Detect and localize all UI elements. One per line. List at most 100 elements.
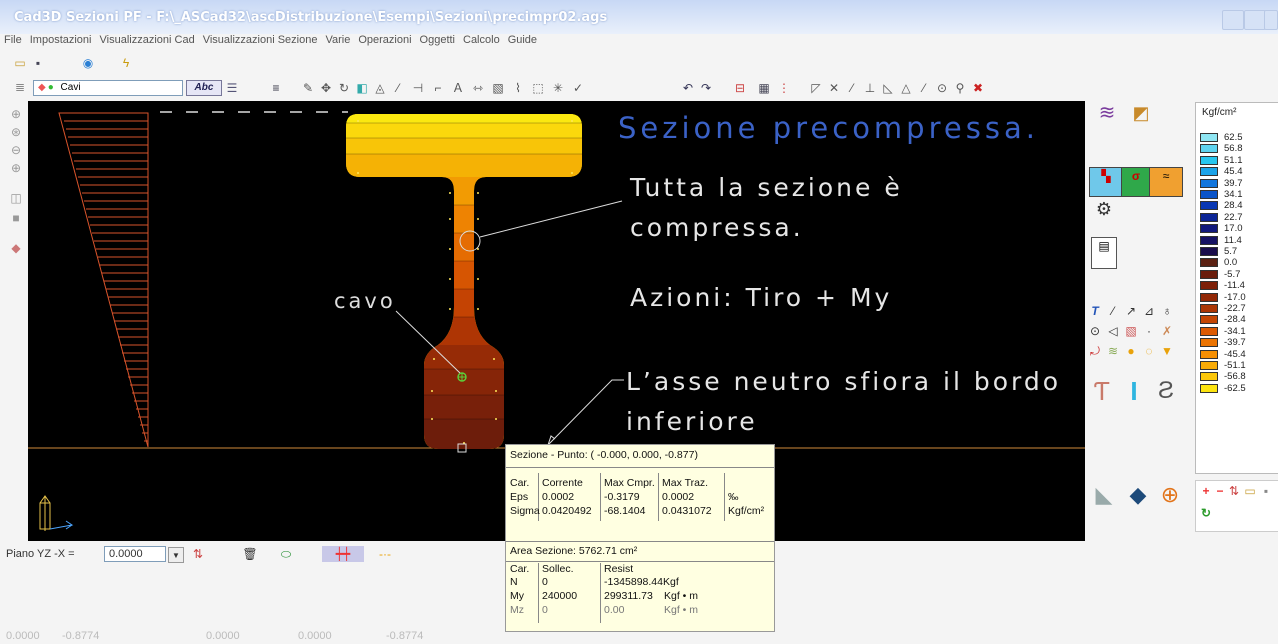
extend-icon[interactable]: ⊣ <box>410 80 426 96</box>
snap-center-icon[interactable]: ⊙ <box>934 80 950 96</box>
menu-calcolo[interactable]: Calcolo <box>463 34 500 46</box>
delete-icon[interactable]: 🗑 <box>242 546 258 562</box>
axis-dashed-icon[interactable]: -·- <box>370 546 400 562</box>
ring-tool-icon[interactable]: ◌ <box>1141 343 1157 359</box>
snap-node-icon[interactable]: ⚲ <box>952 80 968 96</box>
menu-visualizzazioni-cad[interactable]: Visualizzazioni Cad <box>100 34 195 46</box>
t-section-shape-icon[interactable]: Ƭ <box>1087 378 1117 413</box>
open-file-icon[interactable]: ▭ <box>1242 483 1258 499</box>
axis-mode-icon[interactable]: ┿┿ <box>322 546 364 562</box>
popup-cell-my: 240000 <box>542 590 578 602</box>
shield-tool-icon[interactable]: ▼ <box>1159 343 1175 359</box>
node-tool-icon[interactable]: ♁ <box>1159 303 1175 319</box>
text-style-button[interactable]: Abc <box>186 80 222 96</box>
snap-intersection-icon[interactable]: ✕ <box>826 80 842 96</box>
section-layers-icon[interactable]: ≋ <box>1091 103 1123 131</box>
sort-planes-icon[interactable]: ⇅ <box>190 546 206 562</box>
lightning-icon[interactable]: ϟ <box>118 55 134 71</box>
text-tool-icon[interactable]: T <box>1087 303 1103 319</box>
render-icon[interactable]: ■ <box>8 210 24 226</box>
menu-impostazioni[interactable]: Impostazioni <box>30 34 92 46</box>
maximize-button[interactable] <box>1244 10 1266 30</box>
stress-bands-icon[interactable]: ≈ <box>1149 167 1183 197</box>
view-3d-icon[interactable]: ◫ <box>8 190 24 206</box>
undo-icon[interactable]: ↶ <box>680 80 696 96</box>
calculate-icon[interactable]: ⚙ <box>1091 200 1117 227</box>
menu-operazioni[interactable]: Operazioni <box>358 34 411 46</box>
close-button[interactable] <box>1264 10 1278 30</box>
match-properties-icon[interactable]: ✓ <box>570 80 586 96</box>
section-draw-icon[interactable]: ◩ <box>1125 104 1157 131</box>
legend-swatch <box>1200 304 1218 313</box>
sphere-tool-icon[interactable]: ● <box>1123 343 1139 359</box>
offset-icon[interactable]: ◬ <box>372 80 388 96</box>
snap-grid-icon[interactable]: ⋮ <box>776 80 792 96</box>
eraser-icon[interactable]: ◆ <box>8 240 24 256</box>
plane-value-input[interactable]: 0.0000 <box>104 546 166 562</box>
snap-off-icon[interactable]: ✖ <box>970 80 986 96</box>
hatch-tool-icon[interactable]: ▧ <box>1123 323 1139 339</box>
arrow-tool-icon[interactable]: ↗ <box>1123 303 1139 319</box>
snap-midpoint-icon[interactable]: ◺ <box>880 80 896 96</box>
minimize-button[interactable] <box>1222 10 1244 30</box>
refresh-icon[interactable]: ◉ <box>80 55 96 71</box>
custom-section-shape-icon[interactable]: Ƨ <box>1151 379 1181 413</box>
snap-tangent-icon[interactable]: △ <box>898 80 914 96</box>
layer-select[interactable]: ◆ ● Cavi <box>33 80 183 96</box>
measure-icon[interactable]: ⇿ <box>470 80 486 96</box>
circle-tool-icon[interactable]: ⊙ <box>1087 323 1103 339</box>
arc-tool-icon[interactable]: ⤾ <box>1087 343 1103 359</box>
menu-visualizzazioni-sezione[interactable]: Visualizzazioni Sezione <box>203 34 318 46</box>
zoom-out-icon[interactable]: ⊖ <box>8 142 24 158</box>
snap-nearest-icon[interactable]: ⁄ <box>844 80 860 96</box>
stress-map-icon[interactable]: ▚ <box>1089 167 1123 197</box>
zoom-dynamic-icon[interactable]: ⊛ <box>8 124 24 140</box>
refresh-green-icon[interactable]: ↻ <box>1198 505 1214 521</box>
zoom-in-icon[interactable]: ⊕ <box>8 160 24 176</box>
section-properties-icon[interactable]: ▤ <box>1091 237 1117 269</box>
layers-icon[interactable]: ≣ <box>12 79 28 95</box>
trim-icon[interactable]: ⁄ <box>390 80 406 96</box>
snap-endpoint-icon[interactable]: ◸ <box>808 80 824 96</box>
hatch-icon[interactable]: ▧ <box>490 80 506 96</box>
mirror-icon[interactable]: ◧ <box>354 80 370 96</box>
move-icon[interactable]: ✥ <box>318 80 334 96</box>
sigma-icon[interactable]: σ <box>1121 167 1151 197</box>
zoom-window-icon[interactable]: ⊕ <box>8 106 24 122</box>
shell-3d-icon[interactable]: ◆ <box>1123 484 1153 517</box>
menu-guide[interactable]: Guide <box>508 34 537 46</box>
ortho-icon[interactable]: ⊟ <box>732 80 748 96</box>
menu-file[interactable]: File <box>4 34 22 46</box>
select-area-icon[interactable]: ⬚ <box>530 80 546 96</box>
polygon-tool-icon[interactable]: ◁ <box>1105 323 1121 339</box>
grid-icon[interactable]: ▦ <box>756 80 772 96</box>
rebar-tool-icon[interactable]: ✗ <box>1159 323 1175 339</box>
explode-icon[interactable]: ✳ <box>550 80 566 96</box>
sort-icon[interactable]: ⇅ <box>1226 483 1242 499</box>
dashed-lines-icon[interactable]: ☰ <box>224 80 240 96</box>
snap-perpendicular-icon[interactable]: ⊥ <box>862 80 878 96</box>
i-section-shape-icon[interactable]: I <box>1119 378 1149 413</box>
snap-quadrant-icon[interactable]: ⁄ <box>916 80 932 96</box>
target-icon[interactable]: ⊕ <box>1155 484 1185 517</box>
rotate-icon[interactable]: ↻ <box>336 80 352 96</box>
polyline-icon[interactable]: ⌇ <box>510 80 526 96</box>
redo-icon[interactable]: ↷ <box>698 80 714 96</box>
fillet-icon[interactable]: ⌐ <box>430 80 446 96</box>
open-folder-icon[interactable]: ▭ <box>12 55 28 71</box>
plane-dropdown-icon[interactable]: ▼ <box>168 547 184 563</box>
text-edit-icon[interactable]: Ａ <box>450 80 466 96</box>
point-tool-icon[interactable]: · <box>1141 323 1157 339</box>
line-tool-icon[interactable]: ⁄ <box>1105 303 1121 319</box>
popup-cell-h: Corrente <box>542 477 583 489</box>
menu-oggetti[interactable]: Oggetti <box>420 34 455 46</box>
beam-3d-icon[interactable]: ◣ <box>1089 484 1119 517</box>
save-icon[interactable]: ▪ <box>30 55 46 71</box>
save-file-icon[interactable]: ▪ <box>1258 483 1274 499</box>
fill-tool-icon[interactable]: ≋ <box>1105 343 1121 359</box>
dimension-tool-icon[interactable]: ⊿ <box>1141 303 1157 319</box>
pencil-icon[interactable]: ✎ <box>300 80 316 96</box>
plane-shape-icon[interactable]: ⬭ <box>270 546 302 562</box>
thick-lines-icon[interactable]: ≡ <box>268 80 284 96</box>
menu-varie[interactable]: Varie <box>325 34 350 46</box>
